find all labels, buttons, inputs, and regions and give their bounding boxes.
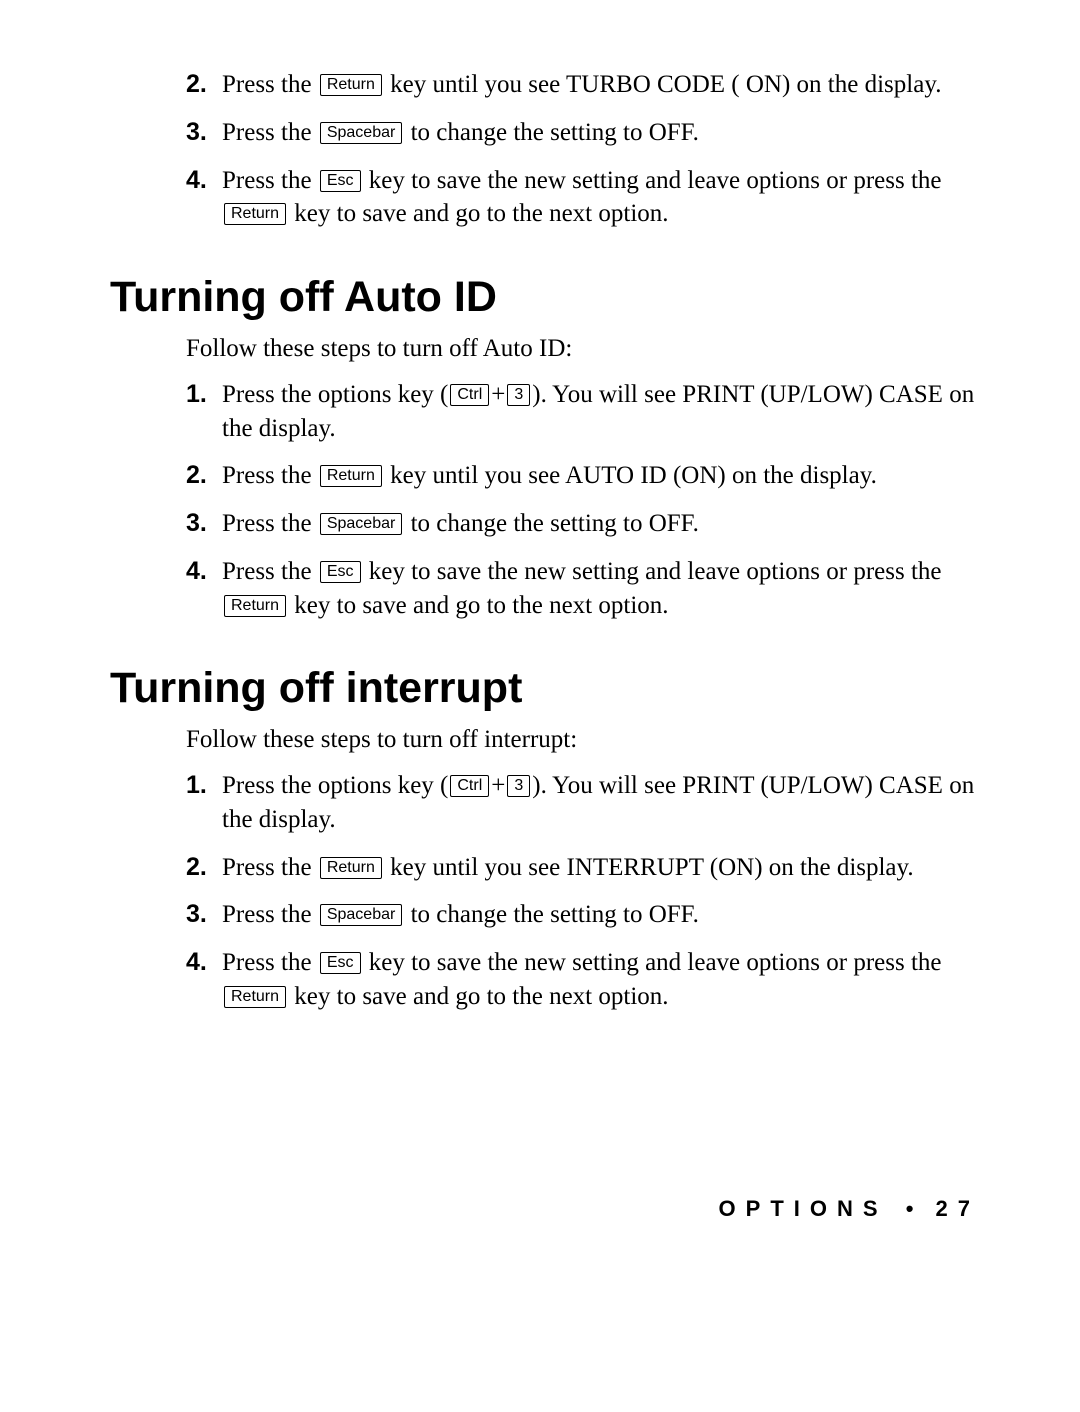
step-b-3: 3. Press the Spacebar to change the sett… bbox=[186, 507, 980, 541]
step-b-4: 4. Press the Esc key to save the new set… bbox=[186, 555, 980, 623]
step-text: Press the bbox=[222, 949, 318, 976]
step-text: key until you see TURBO CODE ( ON) on th… bbox=[384, 71, 942, 98]
step-number: 2. bbox=[186, 68, 207, 102]
esc-key-icon: Esc bbox=[320, 952, 361, 974]
steps-list-a: 2. Press the Return key until you see TU… bbox=[186, 68, 980, 231]
step-text: key to save the new setting and leave op… bbox=[363, 167, 942, 194]
step-text: Press the bbox=[222, 71, 318, 98]
return-key-icon: Return bbox=[224, 203, 286, 225]
step-text: Press the options key ( bbox=[222, 772, 448, 799]
step-a-4: 4. Press the Esc key to save the new set… bbox=[186, 164, 980, 232]
return-key-icon: Return bbox=[320, 465, 382, 487]
intro-auto-id: Follow these steps to turn off Auto ID: bbox=[186, 332, 980, 366]
step-text: Press the bbox=[222, 462, 318, 489]
step-number: 2. bbox=[186, 459, 207, 493]
spacebar-key-icon: Spacebar bbox=[320, 513, 403, 535]
steps-list-c: 1. Press the options key (Ctrl+3). You w… bbox=[186, 769, 980, 1014]
step-text: Press the bbox=[222, 510, 318, 537]
step-a-2: 2. Press the Return key until you see TU… bbox=[186, 68, 980, 102]
step-number: 4. bbox=[186, 164, 207, 198]
footer-separator: • bbox=[906, 1196, 914, 1221]
spacebar-key-icon: Spacebar bbox=[320, 904, 403, 926]
step-number: 3. bbox=[186, 507, 207, 541]
step-text: Press the bbox=[222, 167, 318, 194]
steps-list-b: 1. Press the options key (Ctrl+3). You w… bbox=[186, 378, 980, 623]
ctrl-key-icon: Ctrl bbox=[450, 384, 489, 406]
step-text: key to save the new setting and leave op… bbox=[363, 949, 942, 976]
step-number: 2. bbox=[186, 851, 207, 885]
step-text: key to save and go to the next option. bbox=[288, 983, 668, 1010]
ctrl-key-icon: Ctrl bbox=[450, 775, 489, 797]
intro-interrupt: Follow these steps to turn off interrupt… bbox=[186, 723, 980, 757]
step-text: to change the setting to OFF. bbox=[404, 119, 699, 146]
step-text: key to save and go to the next option. bbox=[288, 592, 668, 619]
step-number: 4. bbox=[186, 555, 207, 589]
step-number: 1. bbox=[186, 769, 207, 803]
step-text: key to save and go to the next option. bbox=[288, 200, 668, 227]
step-text: Press the bbox=[222, 558, 318, 585]
spacebar-key-icon: Spacebar bbox=[320, 122, 403, 144]
step-text: Press the bbox=[222, 119, 318, 146]
step-a-3: 3. Press the Spacebar to change the sett… bbox=[186, 116, 980, 150]
return-key-icon: Return bbox=[320, 857, 382, 879]
heading-interrupt: Turning off interrupt bbox=[110, 664, 980, 713]
heading-auto-id: Turning off Auto ID bbox=[110, 273, 980, 322]
step-text: key until you see AUTO ID (ON) on the di… bbox=[384, 462, 877, 489]
footer-section-label: OPTIONS bbox=[719, 1196, 888, 1221]
step-text: Press the bbox=[222, 901, 318, 928]
three-key-icon: 3 bbox=[507, 384, 530, 406]
step-c-1: 1. Press the options key (Ctrl+3). You w… bbox=[186, 769, 980, 837]
step-number: 1. bbox=[186, 378, 207, 412]
page-footer: OPTIONS • 27 bbox=[719, 1196, 980, 1222]
return-key-icon: Return bbox=[320, 74, 382, 96]
step-text: to change the setting to OFF. bbox=[404, 901, 699, 928]
step-text: to change the setting to OFF. bbox=[404, 510, 699, 537]
step-b-2: 2. Press the Return key until you see AU… bbox=[186, 459, 980, 493]
step-c-3: 3. Press the Spacebar to change the sett… bbox=[186, 898, 980, 932]
step-c-2: 2. Press the Return key until you see IN… bbox=[186, 851, 980, 885]
page-number: 27 bbox=[936, 1196, 980, 1221]
step-text: Press the options key ( bbox=[222, 381, 448, 408]
step-text: key until you see INTERRUPT (ON) on the … bbox=[384, 854, 914, 881]
content-area: 2. Press the Return key until you see TU… bbox=[186, 68, 980, 1014]
step-text: Press the bbox=[222, 854, 318, 881]
step-b-1: 1. Press the options key (Ctrl+3). You w… bbox=[186, 378, 980, 446]
plus-text: + bbox=[491, 381, 505, 408]
step-c-4: 4. Press the Esc key to save the new set… bbox=[186, 946, 980, 1014]
esc-key-icon: Esc bbox=[320, 561, 361, 583]
step-text: key to save the new setting and leave op… bbox=[363, 558, 942, 585]
step-number: 4. bbox=[186, 946, 207, 980]
step-number: 3. bbox=[186, 116, 207, 150]
return-key-icon: Return bbox=[224, 986, 286, 1008]
three-key-icon: 3 bbox=[507, 775, 530, 797]
step-number: 3. bbox=[186, 898, 207, 932]
esc-key-icon: Esc bbox=[320, 170, 361, 192]
page: 2. Press the Return key until you see TU… bbox=[0, 0, 1080, 1412]
return-key-icon: Return bbox=[224, 595, 286, 617]
plus-text: + bbox=[491, 772, 505, 799]
